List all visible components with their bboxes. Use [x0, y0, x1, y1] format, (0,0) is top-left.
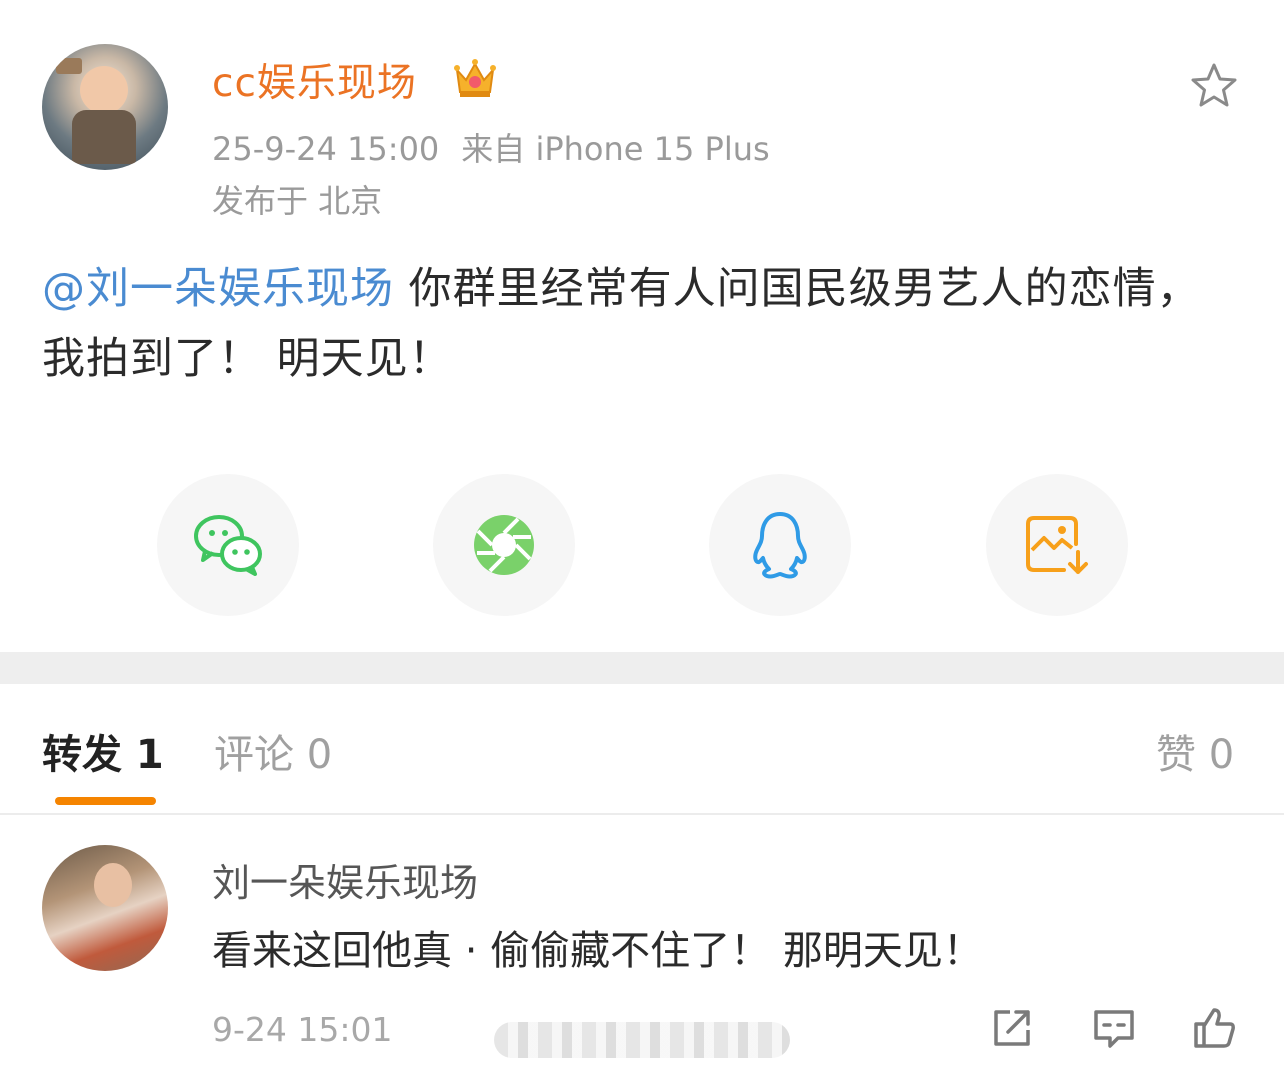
share-out-icon[interactable]: [988, 1004, 1036, 1052]
share-moments-button[interactable]: [433, 474, 575, 616]
section-divider: [0, 652, 1284, 684]
tab-comment[interactable]: 评论 0: [214, 722, 332, 780]
moments-icon: [474, 515, 534, 575]
commenter-avatar[interactable]: [42, 845, 168, 971]
post-location: 发布于 北京: [212, 182, 383, 220]
author-avatar[interactable]: [42, 44, 168, 170]
wechat-icon: [194, 515, 262, 576]
post-body: @刘一朵娱乐现场 你群里经常有人问国民级男艺人的恋情，我拍到了！ 明天见！: [42, 254, 1242, 394]
comment-icon[interactable]: [1090, 1004, 1138, 1052]
tab-repost[interactable]: 转发 1: [42, 722, 164, 780]
share-qq-button[interactable]: [709, 474, 851, 616]
save-image-button[interactable]: [986, 474, 1128, 616]
like-thumb-icon[interactable]: [1190, 1004, 1238, 1052]
save-image-icon: [1026, 516, 1088, 574]
share-wechat-button[interactable]: [157, 474, 299, 616]
crown-badge-icon: [454, 59, 496, 97]
post-timestamp: 25-9-24 15:00: [212, 130, 440, 168]
watermark-blur: [494, 1022, 790, 1058]
commenter-name[interactable]: 刘一朵娱乐现场: [212, 852, 478, 907]
comment-time: 9-24 15:01: [212, 1010, 393, 1049]
tab-indicator: [55, 797, 156, 805]
post-meta: 25-9-24 15:00 来自 iPhone 15 Plus: [212, 124, 770, 170]
comment-text: 看来这回他真 · 偷偷藏不住了！ 那明天见！: [212, 928, 983, 974]
mention-link[interactable]: @刘一朵娱乐现场: [42, 264, 394, 314]
tab-like[interactable]: 赞 0: [1156, 722, 1234, 780]
author-name[interactable]: cc娱乐现场: [212, 52, 417, 108]
tab-separator: [0, 813, 1284, 815]
favorite-star-icon[interactable]: [1188, 60, 1240, 112]
qq-icon: [753, 512, 807, 579]
post-source: 来自 iPhone 15 Plus: [461, 130, 770, 168]
